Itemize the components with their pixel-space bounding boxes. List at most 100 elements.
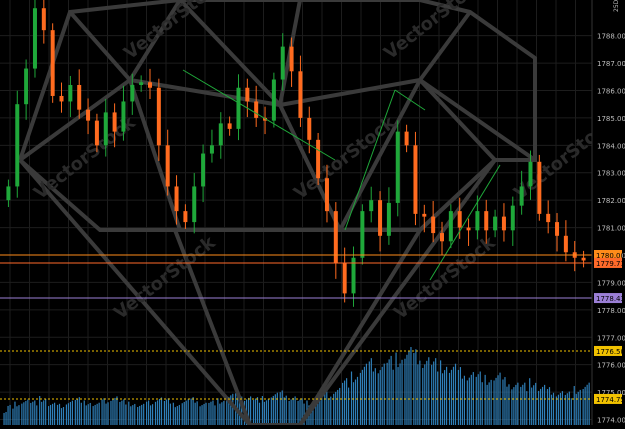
volume-bar — [533, 385, 535, 425]
volume-bar — [288, 400, 290, 425]
volume-bar — [83, 400, 85, 425]
price-tick-label: 1784.00 — [597, 142, 625, 150]
volume-bar — [442, 373, 444, 425]
volume-bar — [150, 405, 152, 425]
volume-bar — [181, 403, 183, 425]
volume-bar — [506, 386, 508, 425]
volume-bar — [85, 405, 87, 425]
volume-bar — [76, 398, 78, 425]
volume-bar — [110, 400, 112, 425]
volume-bar — [517, 382, 519, 425]
candle-body — [546, 213, 551, 223]
volume-bar — [130, 406, 132, 425]
volume-bar — [139, 405, 141, 425]
volume-bar — [190, 398, 192, 425]
price-level-label: 1776.50 — [596, 348, 625, 356]
price-tick-label: 1779.00 — [597, 279, 625, 287]
volume-bar — [137, 407, 139, 425]
volume-bar — [504, 377, 506, 425]
volume-bar — [424, 364, 426, 425]
volume-bar — [502, 379, 504, 425]
volume-bar — [466, 380, 468, 425]
candle-body — [139, 82, 144, 85]
volume-bar — [586, 384, 588, 425]
volume-bar — [566, 393, 568, 425]
volume-bar — [112, 399, 114, 425]
candle-body — [209, 145, 214, 154]
candle-body — [77, 85, 82, 110]
volume-bar — [107, 402, 109, 425]
volume-bar — [577, 391, 579, 425]
volume-bar — [538, 390, 540, 425]
volume-bar — [531, 387, 533, 425]
volume-bar — [58, 403, 61, 425]
candle-body — [510, 205, 515, 231]
volume-bar — [62, 407, 65, 425]
candle-body — [94, 120, 99, 146]
price-tick-label: 1783.00 — [597, 170, 625, 178]
volume-bar — [588, 382, 590, 425]
volume-bar — [43, 400, 45, 425]
price-level-label: 1779.71 — [596, 260, 625, 268]
volume-bar — [399, 363, 401, 425]
volume-bar — [223, 400, 225, 425]
volume-bar — [354, 379, 357, 425]
candle-body — [130, 85, 135, 102]
volume-bar — [486, 384, 488, 425]
candle-body — [271, 79, 276, 121]
volume-bar — [388, 359, 390, 425]
volume-bar — [214, 405, 216, 425]
candle-body — [448, 211, 453, 242]
volume-bar — [80, 402, 82, 425]
volume-bar — [524, 382, 526, 425]
volume-bar — [546, 389, 549, 425]
volume-bar — [208, 402, 210, 425]
volume-bar — [335, 391, 337, 425]
volume-bar — [123, 399, 125, 425]
volume-bar — [267, 398, 270, 425]
candle-body — [440, 233, 444, 242]
volume-bar — [16, 406, 18, 425]
volume-bar — [103, 398, 105, 425]
price-level-label: 1774.75 — [596, 396, 625, 404]
candle-body — [466, 227, 471, 231]
candlestick-chart: VectorStock VectorStock VectorStockVectorS… — [0, 0, 625, 427]
volume-bar — [383, 363, 385, 425]
price-tick-label: 1776.00 — [597, 362, 625, 370]
candle-body — [15, 104, 20, 187]
candle-body — [6, 186, 11, 201]
candle-body — [395, 131, 400, 203]
candle-body — [563, 235, 568, 253]
volume-bar — [71, 400, 74, 425]
volume-bar — [477, 374, 479, 425]
volume-bar — [54, 402, 56, 425]
volume-bar — [274, 394, 276, 425]
volume-bar — [192, 397, 194, 425]
volume-bar — [475, 376, 477, 425]
volume-bar — [433, 361, 435, 425]
volume-bar — [261, 396, 264, 425]
candle-body — [493, 216, 498, 231]
volume-bar — [12, 408, 14, 425]
volume-bar — [48, 406, 50, 425]
volume-bar — [89, 402, 91, 425]
volume-bar — [96, 403, 98, 425]
volume-bar — [272, 395, 274, 425]
volume-bar — [426, 360, 428, 425]
volume-bar — [132, 405, 134, 425]
volume-bar — [265, 400, 268, 425]
volume-bar — [379, 370, 381, 425]
volume-bar — [172, 402, 174, 425]
volume-bar — [452, 366, 455, 425]
volume-bar — [194, 402, 196, 425]
volume-bar — [7, 405, 9, 425]
volume-bar — [337, 389, 339, 425]
price-tick-label: 1774.00 — [597, 417, 625, 425]
candle-body — [68, 85, 73, 102]
volume-bar — [9, 404, 11, 425]
volume-bar — [511, 389, 513, 425]
candle-body — [555, 222, 560, 236]
volume-bar — [397, 367, 399, 425]
volume-bar — [283, 397, 285, 425]
candle-body — [218, 123, 223, 146]
